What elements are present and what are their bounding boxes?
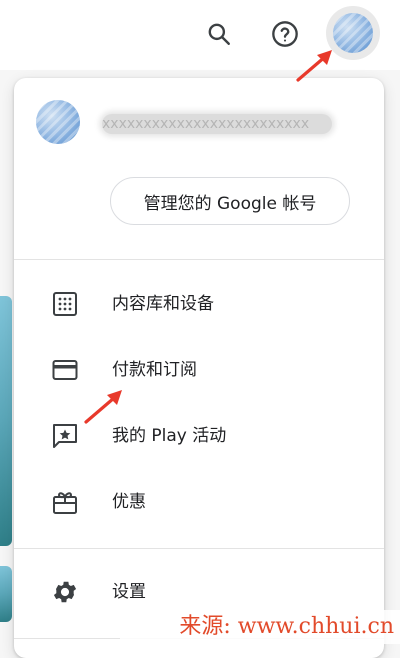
menu-item-label: 付款和订阅 [112, 360, 197, 380]
avatar [333, 13, 373, 53]
menu-item-label: 优惠 [112, 492, 146, 512]
avatar [36, 100, 80, 144]
manage-google-account-button[interactable]: 管理您的 Google 帐号 [110, 177, 350, 225]
divider [14, 548, 384, 549]
divider [14, 259, 384, 260]
account-menu-panel: xxxxxxxxxxxxxxxxxxxxxxxxx 管理您的 Google 帐号… [14, 78, 384, 658]
top-app-bar [0, 0, 400, 70]
background-thumbnail [0, 296, 12, 546]
gear-icon [50, 577, 80, 607]
menu-item-label: 内容库和设备 [112, 294, 214, 314]
account-avatar-button[interactable] [326, 6, 380, 60]
star-comment-icon [50, 421, 80, 451]
menu-item-label: 我的 Play 活动 [112, 426, 227, 446]
menu-item-payments-subscriptions[interactable]: 付款和订阅 [14, 340, 384, 400]
watermark: 来源: www.chhui.cn [120, 610, 400, 644]
search-icon[interactable] [199, 14, 239, 54]
menu-item-play-activity[interactable]: 我的 Play 活动 [14, 406, 384, 466]
menu-item-library-devices[interactable]: 内容库和设备 [14, 274, 384, 334]
credit-card-icon [50, 355, 80, 385]
help-icon[interactable] [265, 14, 305, 54]
gift-icon [50, 487, 80, 517]
background-thumbnail [0, 566, 12, 622]
grid-icon [50, 289, 80, 319]
menu-item-offers[interactable]: 优惠 [14, 472, 384, 532]
account-email-obscured: xxxxxxxxxxxxxxxxxxxxxxxxx [102, 114, 332, 134]
